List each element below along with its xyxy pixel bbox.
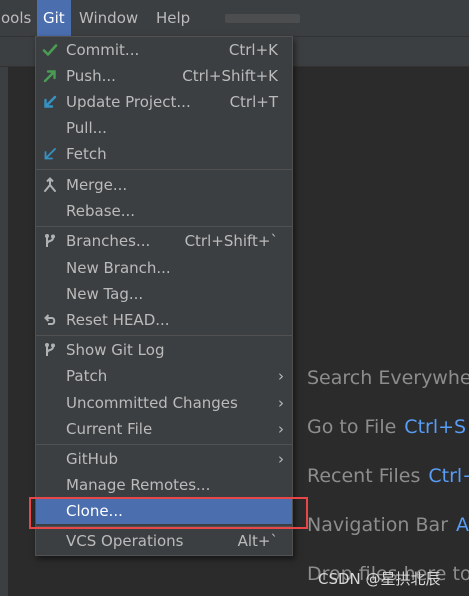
menu-item-label: Show Git Log (66, 341, 165, 359)
menu-item-manage-remotes[interactable]: Manage Remotes... (36, 472, 292, 498)
menu-git[interactable]: Git (37, 0, 71, 36)
menu-item-show-git-log[interactable]: Show Git Log (36, 337, 292, 363)
menu-item-rebase[interactable]: Rebase... (36, 198, 292, 224)
hint-go-to-file: Go to File Ctrl+S (307, 416, 467, 438)
menu-item-label: Commit... (66, 41, 140, 59)
menu-window[interactable]: Window (73, 0, 144, 36)
menu-item-label: Update Project... (66, 93, 191, 111)
branch-icon (45, 234, 55, 247)
shortcut-label: Ctrl+K (228, 41, 278, 59)
menu-item-push[interactable]: Push... Ctrl+Shift+K (36, 63, 292, 89)
menu-item-label: Push... (66, 67, 116, 85)
branch-icon (45, 343, 55, 356)
menu-bar: ools Git Window Help (0, 0, 469, 37)
shortcut-label: Ctrl+T (229, 93, 278, 111)
merge-icon (44, 177, 56, 192)
menu-item-new-branch[interactable]: New Branch... (36, 255, 292, 281)
submenu-arrow-icon: › (278, 420, 284, 438)
menu-item-update-project[interactable]: Update Project... Ctrl+T (36, 89, 292, 115)
menu-item-label: Rebase... (66, 202, 136, 220)
push-arrow-icon (43, 70, 56, 83)
menu-item-commit[interactable]: Commit... Ctrl+K (36, 37, 292, 63)
menu-item-uncommitted-changes[interactable]: Uncommitted Changes › (36, 390, 292, 416)
menu-item-label: Uncommitted Changes (66, 394, 238, 412)
menu-item-github[interactable]: GitHub › (36, 446, 292, 472)
shortcut-label: Ctrl+Shift+K (182, 67, 278, 85)
menu-item-label: New Branch... (66, 259, 171, 277)
menu-item-new-tag[interactable]: New Tag... (36, 281, 292, 307)
undo-icon (44, 314, 56, 325)
menu-item-label: VCS Operations (66, 532, 184, 550)
menu-item-branches[interactable]: Branches... Ctrl+Shift+` (36, 228, 292, 254)
menu-help[interactable]: Help (150, 0, 196, 36)
menu-item-label: Merge... (66, 176, 128, 194)
menu-item-label: Current File (66, 420, 153, 438)
tool-window-strip (0, 67, 8, 596)
menu-separator (36, 335, 292, 336)
menu-item-label: New Tag... (66, 285, 144, 303)
hint-navigation-bar: Navigation Bar A (307, 514, 469, 536)
menu-item-reset-head[interactable]: Reset HEAD... (36, 307, 292, 333)
submenu-arrow-icon: › (278, 367, 284, 385)
watermark: CSDN @星拱北辰 (318, 570, 441, 588)
check-icon (42, 44, 58, 56)
annotation-highlight-box (29, 497, 308, 529)
git-menu: Commit... Ctrl+K Push... Ctrl+Shift+K Up… (35, 36, 293, 556)
menu-item-vcs-operations[interactable]: VCS Operations Alt+` (36, 528, 292, 554)
menu-item-patch[interactable]: Patch › (36, 363, 292, 389)
shortcut-label: Alt+` (237, 532, 278, 550)
submenu-arrow-icon: › (278, 450, 284, 468)
hint-recent-files: Recent FilesCtrl+ (307, 465, 469, 487)
blurred-title (225, 14, 300, 23)
menu-item-label: Reset HEAD... (66, 311, 170, 329)
menu-item-current-file[interactable]: Current File › (36, 416, 292, 442)
menu-separator (36, 226, 292, 227)
menu-item-label: Branches... (66, 232, 151, 250)
menu-item-label: Manage Remotes... (66, 476, 211, 494)
menu-item-label: Pull... (66, 119, 107, 137)
submenu-arrow-icon: › (278, 394, 284, 412)
menu-separator (36, 444, 292, 445)
menu-separator (36, 169, 292, 170)
menu-item-merge[interactable]: Merge... (36, 172, 292, 198)
hint-search-everywhere: Search Everywhe (307, 367, 469, 389)
menu-item-pull[interactable]: Pull... (36, 115, 292, 141)
update-arrow-icon (44, 95, 57, 108)
menu-item-label: Patch (66, 367, 108, 385)
menu-item-label: Fetch (66, 145, 107, 163)
menu-tools[interactable]: ools (0, 0, 37, 36)
shortcut-label: Ctrl+Shift+` (184, 232, 278, 250)
menu-item-fetch[interactable]: Fetch (36, 141, 292, 167)
menu-item-label: GitHub (66, 450, 118, 468)
fetch-arrow-icon (44, 148, 56, 160)
